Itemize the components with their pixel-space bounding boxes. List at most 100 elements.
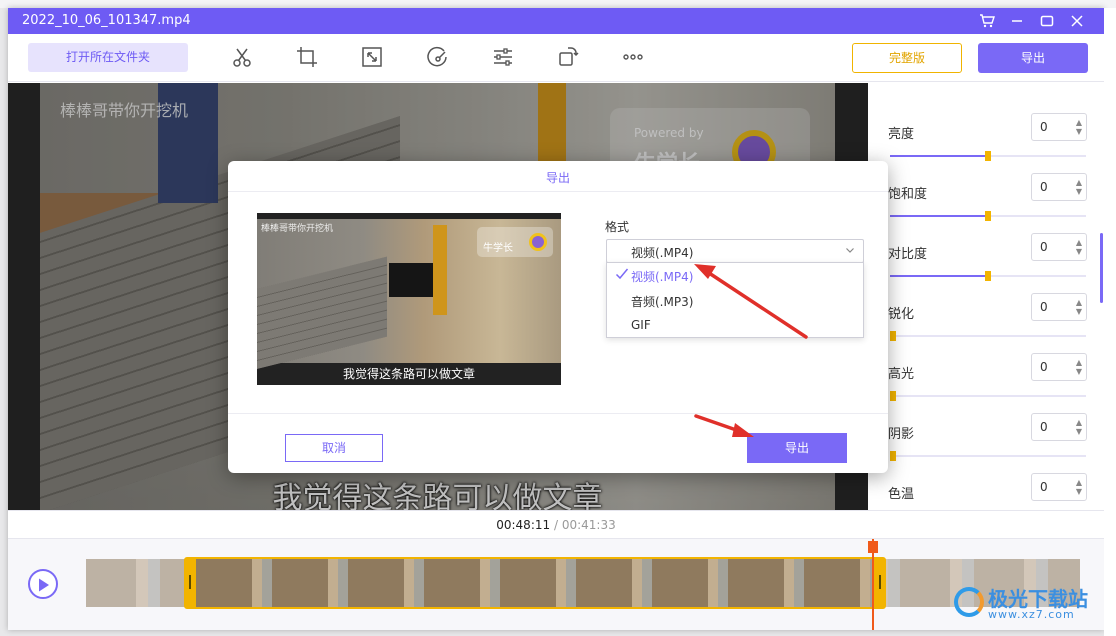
panel-scrollbar[interactable] (1100, 233, 1103, 303)
preview-brand-logo-icon (529, 233, 547, 251)
adjust-value-input[interactable]: 0 ▲ ▼ (1031, 113, 1087, 141)
adjust-value-input[interactable]: 0 ▲ ▼ (1031, 473, 1087, 501)
adjust-slider[interactable] (890, 331, 1086, 341)
close-icon[interactable] (1066, 11, 1088, 31)
adjust-brightness: 亮度 0 ▲ ▼ (888, 113, 1094, 173)
adjust-value: 0 (1040, 180, 1048, 194)
format-option-label: GIF (631, 318, 651, 332)
format-label: 格式 (605, 220, 630, 234)
adjust-sliders-icon[interactable] (491, 45, 517, 71)
adjust-value: 0 (1040, 360, 1048, 374)
slider-thumb[interactable] (985, 271, 991, 281)
format-option-label: 音频(.MP3) (631, 295, 694, 309)
resize-icon[interactable] (360, 45, 386, 71)
stepper-icon[interactable]: ▲ ▼ (1076, 478, 1082, 496)
speed-icon[interactable] (426, 45, 452, 71)
adjust-label: 对比度 (888, 247, 928, 262)
dialog-footer-divider (228, 413, 888, 414)
preview-scene-wall (257, 256, 387, 369)
stepper-icon[interactable]: ▲ ▼ (1076, 418, 1082, 436)
stepper-icon[interactable]: ▲ ▼ (1076, 178, 1082, 196)
check-icon (615, 268, 629, 280)
app-window: 2022_10_06_101347.mp4 打开所在文件夹 完整版 导出 棒棒哥… (8, 8, 1104, 630)
format-option-mp3[interactable]: 音频(.MP3) (607, 288, 863, 313)
adjust-shadow: 阴影 0 ▲ ▼ (888, 413, 1094, 473)
export-preview-thumbnail: 棒棒哥带你开挖机 牛学长 我觉得这条路可以做文章 (257, 213, 561, 385)
adjust-slider[interactable] (890, 151, 1086, 161)
adjust-value-input[interactable]: 0 ▲ ▼ (1031, 233, 1087, 261)
trim-handle-right[interactable] (879, 575, 881, 589)
adjust-value: 0 (1040, 240, 1048, 254)
cancel-button[interactable]: 取消 (285, 434, 383, 462)
current-time: 00:48:11 (496, 518, 551, 532)
export-top-button[interactable]: 导出 (978, 43, 1088, 73)
desktop-top-strip (0, 0, 1116, 8)
format-select[interactable]: 视频(.MP4) (606, 239, 864, 263)
adjust-label: 锐化 (888, 307, 915, 322)
maximize-icon[interactable] (1036, 11, 1058, 31)
adjustments-panel: 亮度 0 ▲ ▼ 饱和度 0 ▲ ▼ 对比度 0 ▲ ▼ 锐化 0 ▲ ▼ 高光 0 ▲ ▼ 阴影 … (868, 83, 1104, 510)
time-readout-bar: 00:48:11 / 00:41:33 (8, 510, 1104, 538)
slider-thumb[interactable] (985, 151, 991, 161)
adjust-highlight: 高光 0 ▲ ▼ (888, 353, 1094, 413)
preview-scene-tunnel (389, 263, 437, 297)
adjust-slider[interactable] (890, 271, 1086, 281)
more-icon[interactable] (621, 45, 647, 71)
adjust-sharpen: 锐化 0 ▲ ▼ (888, 293, 1094, 353)
open-folder-button[interactable]: 打开所在文件夹 (28, 43, 188, 72)
adjust-label: 色温 (888, 487, 915, 502)
adjust-value-input[interactable]: 0 ▲ ▼ (1031, 173, 1087, 201)
stepper-icon[interactable]: ▲ ▼ (1076, 298, 1082, 316)
playhead-cap[interactable] (868, 541, 878, 553)
trim-handle-left[interactable] (189, 575, 191, 589)
desktop-left-strip (0, 8, 8, 636)
preview-scene-excavator-arm (433, 225, 447, 315)
rotate-icon[interactable] (556, 45, 582, 71)
adjust-value: 0 (1040, 120, 1048, 134)
stepper-icon[interactable]: ▲ ▼ (1076, 358, 1082, 376)
adjust-value-input[interactable]: 0 ▲ ▼ (1031, 413, 1087, 441)
format-option-mp4[interactable]: 视频(.MP4) (607, 263, 863, 288)
preview-watermark: 棒棒哥带你开挖机 (261, 224, 334, 234)
adjust-slider[interactable] (890, 451, 1086, 461)
adjust-value-input[interactable]: 0 ▲ ▼ (1031, 293, 1087, 321)
format-option-gif[interactable]: GIF (607, 313, 863, 338)
export-dialog: 导出 棒棒哥带你开挖机 牛学长 我觉得这条路可以做文章 格式 视频(.MP4) … (228, 161, 888, 473)
adjust-temperature: 色温 0 ▲ ▼ (888, 473, 1094, 510)
export-button[interactable]: 导出 (747, 433, 847, 463)
title-bar: 2022_10_06_101347.mp4 (8, 8, 1104, 34)
full-version-button[interactable]: 完整版 (852, 43, 962, 73)
dialog-title: 导出 (545, 171, 570, 185)
slider-thumb[interactable] (890, 331, 896, 341)
adjust-slider[interactable] (890, 211, 1086, 221)
toolbar: 打开所在文件夹 完整版 导出 (8, 34, 1104, 82)
stepper-icon[interactable]: ▲ ▼ (1076, 238, 1082, 256)
desktop-right-strip (1104, 8, 1116, 636)
adjust-label: 高光 (888, 367, 915, 382)
format-selected-value: 视频(.MP4) (631, 246, 694, 260)
scissors-icon[interactable] (230, 45, 256, 71)
playhead[interactable] (868, 539, 878, 630)
format-option-label: 视频(.MP4) (631, 270, 694, 284)
trim-selection[interactable] (184, 557, 886, 609)
slider-thumb[interactable] (890, 391, 896, 401)
minimize-icon[interactable] (1006, 11, 1028, 31)
timeline (8, 538, 1104, 630)
play-button[interactable] (28, 569, 58, 599)
adjust-slider[interactable] (890, 391, 1086, 401)
time-separator: / (553, 518, 559, 532)
preview-brand-text: 牛学长 (483, 243, 513, 254)
site-logo-icon (954, 587, 984, 617)
adjust-contrast: 对比度 0 ▲ ▼ (888, 233, 1094, 293)
crop-icon[interactable] (295, 45, 321, 71)
adjust-value: 0 (1040, 300, 1048, 314)
slider-thumb[interactable] (890, 451, 896, 461)
preview-brand-badge: 牛学长 (477, 227, 553, 257)
cart-icon[interactable] (976, 11, 998, 31)
stepper-icon[interactable]: ▲ ▼ (1076, 118, 1082, 136)
dialog-divider (228, 191, 888, 192)
site-watermark-url: www.xz7.com (988, 608, 1075, 621)
adjust-value-input[interactable]: 0 ▲ ▼ (1031, 353, 1087, 381)
slider-thumb[interactable] (985, 211, 991, 221)
adjust-value: 0 (1040, 420, 1048, 434)
